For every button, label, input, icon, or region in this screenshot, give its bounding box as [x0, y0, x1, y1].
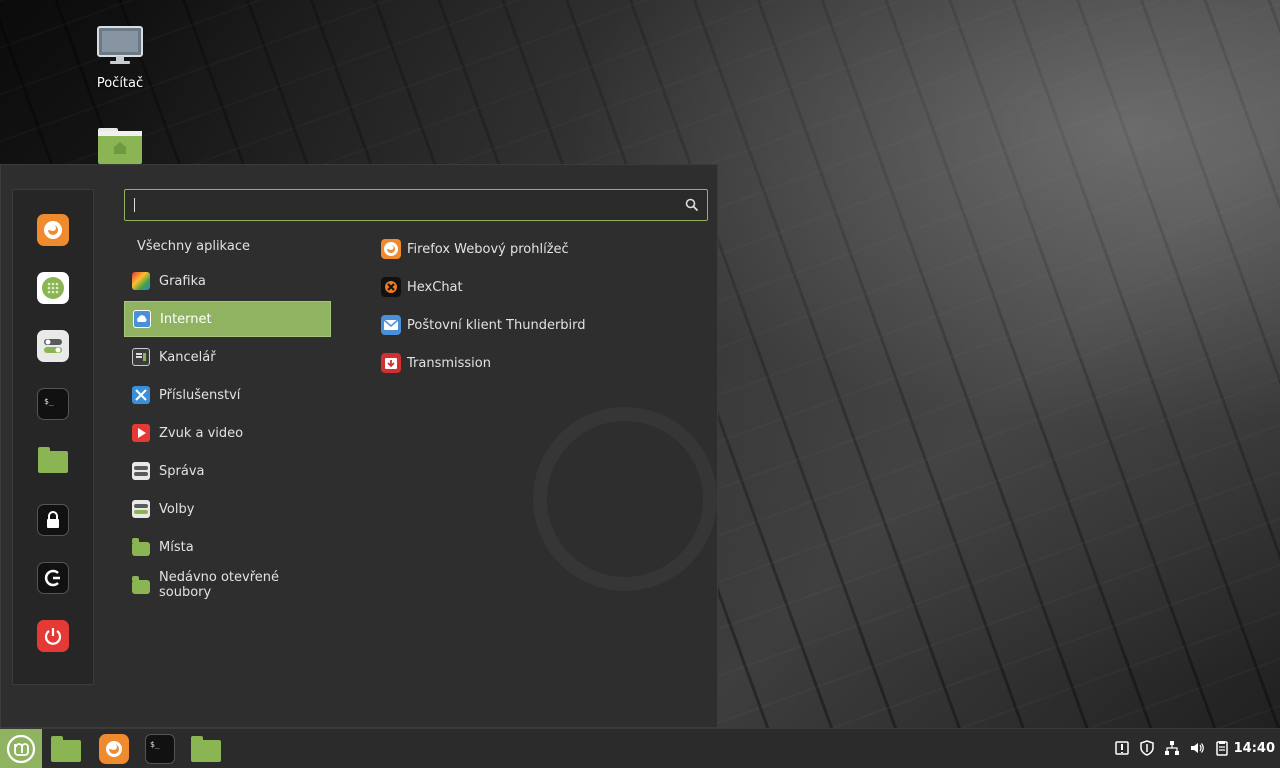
tray-update-manager[interactable] — [1113, 739, 1131, 757]
taskbar-files-launcher[interactable] — [50, 729, 82, 768]
hexchat-icon — [381, 277, 401, 297]
app-label: HexChat — [407, 279, 463, 295]
folder-icon — [191, 736, 221, 762]
menu-button[interactable] — [0, 729, 42, 768]
all-applications-item[interactable]: Všechny aplikace — [137, 239, 250, 259]
network-icon — [1165, 741, 1179, 755]
terminal-icon: $_ — [145, 734, 175, 764]
transmission-icon — [381, 353, 401, 373]
play-icon — [132, 424, 150, 442]
terminal-icon: $_ — [44, 397, 54, 406]
desktop-icon-computer[interactable]: Počítač — [75, 26, 165, 91]
app-thunderbird[interactable]: Poštovní klient Thunderbird — [377, 307, 677, 343]
sidebar-terminal-button[interactable]: $_ — [37, 388, 69, 420]
svg-text:$_: $_ — [44, 397, 54, 406]
logout-icon — [44, 569, 60, 587]
category-zvuk-a-video[interactable]: Zvuk a video — [124, 415, 331, 451]
lock-icon — [47, 511, 59, 528]
taskbar-firefox-launcher[interactable] — [98, 729, 130, 768]
accessories-icon — [132, 386, 150, 404]
application-menu: $_ Všechny aplikace Grafika Internet Kan… — [0, 164, 718, 728]
sidebar-files-button[interactable] — [37, 446, 69, 478]
text-cursor — [134, 198, 135, 212]
category-label: Grafika — [159, 273, 206, 289]
sidebar-firefox-button[interactable] — [37, 214, 69, 246]
update-icon — [1115, 741, 1129, 755]
shield-icon — [1140, 740, 1154, 756]
office-icon — [132, 348, 150, 366]
taskbar-folder-launcher[interactable] — [190, 729, 222, 768]
tray-shield[interactable] — [1138, 739, 1156, 757]
svg-text:$_: $_ — [150, 740, 160, 749]
category-kancelar[interactable]: Kancelář — [124, 339, 331, 375]
category-mista[interactable]: Místa — [124, 529, 331, 565]
category-label: Volby — [159, 501, 195, 517]
volume-icon — [1191, 743, 1204, 753]
category-internet[interactable]: Internet — [124, 301, 331, 337]
category-grafika[interactable]: Grafika — [124, 263, 331, 299]
taskbar: $_ 14:40 — [0, 728, 1280, 768]
firefox-icon — [44, 221, 62, 239]
category-label: Internet — [160, 311, 212, 327]
category-sprava[interactable]: Správa — [124, 453, 331, 489]
software-manager-icon — [42, 277, 64, 299]
app-transmission[interactable]: Transmission — [377, 345, 677, 381]
search-input[interactable] — [131, 190, 681, 220]
cloud-icon — [133, 310, 151, 328]
home-folder-icon — [98, 128, 142, 164]
firefox-icon — [381, 239, 401, 259]
category-nedavno-otevrene-soubory[interactable]: Nedávno otevřené soubory — [124, 567, 331, 603]
search-icon[interactable] — [685, 198, 699, 212]
sidebar-system-settings-button[interactable] — [37, 330, 69, 362]
category-label: Nedávno otevřené soubory — [159, 570, 279, 600]
recent-folder-icon — [132, 576, 150, 594]
administration-icon — [132, 462, 150, 480]
computer-icon — [97, 26, 143, 64]
app-label: Poštovní klient Thunderbird — [407, 317, 586, 333]
sidebar-logout-button[interactable] — [37, 562, 69, 594]
favorites-sidebar: $_ — [12, 189, 94, 685]
category-label: Kancelář — [159, 349, 216, 365]
mint-menu-icon — [6, 734, 36, 764]
graphics-icon — [132, 272, 150, 290]
thunderbird-icon — [381, 315, 401, 335]
category-prislusenstvi[interactable]: Příslušenství — [124, 377, 331, 413]
clock[interactable]: 14:40 — [1234, 741, 1275, 756]
all-applications-label: Všechny aplikace — [137, 239, 250, 254]
desktop-icon-label: Počítač — [96, 76, 144, 91]
tray-volume[interactable] — [1188, 739, 1206, 757]
app-label: Transmission — [407, 355, 491, 371]
category-label: Příslušenství — [159, 387, 241, 403]
category-label: Místa — [159, 539, 194, 555]
folder-icon — [38, 447, 68, 473]
category-label: Správa — [159, 463, 205, 479]
taskbar-terminal-launcher[interactable]: $_ — [144, 729, 176, 768]
category-label: Zvuk a video — [159, 425, 244, 441]
tray-network[interactable] — [1163, 739, 1181, 757]
clipboard-icon — [1216, 741, 1228, 756]
power-icon — [44, 628, 62, 645]
tray-clipboard[interactable] — [1213, 739, 1231, 757]
preferences-icon — [132, 500, 150, 518]
sidebar-software-manager-button[interactable] — [37, 272, 69, 304]
category-volby[interactable]: Volby — [124, 491, 331, 527]
firefox-icon — [99, 734, 129, 764]
mint-logo-watermark — [533, 407, 717, 591]
toggles-icon — [44, 339, 62, 353]
files-icon — [51, 736, 81, 762]
app-hexchat[interactable]: HexChat — [377, 269, 677, 305]
app-label: Firefox Webový prohlížeč — [407, 241, 569, 257]
app-firefox[interactable]: Firefox Webový prohlížeč — [377, 231, 677, 267]
desktop-icon-home[interactable] — [75, 128, 165, 168]
sidebar-lock-button[interactable] — [37, 504, 69, 536]
places-folder-icon — [132, 538, 150, 556]
search-box[interactable] — [124, 189, 708, 221]
sidebar-shutdown-button[interactable] — [37, 620, 69, 652]
